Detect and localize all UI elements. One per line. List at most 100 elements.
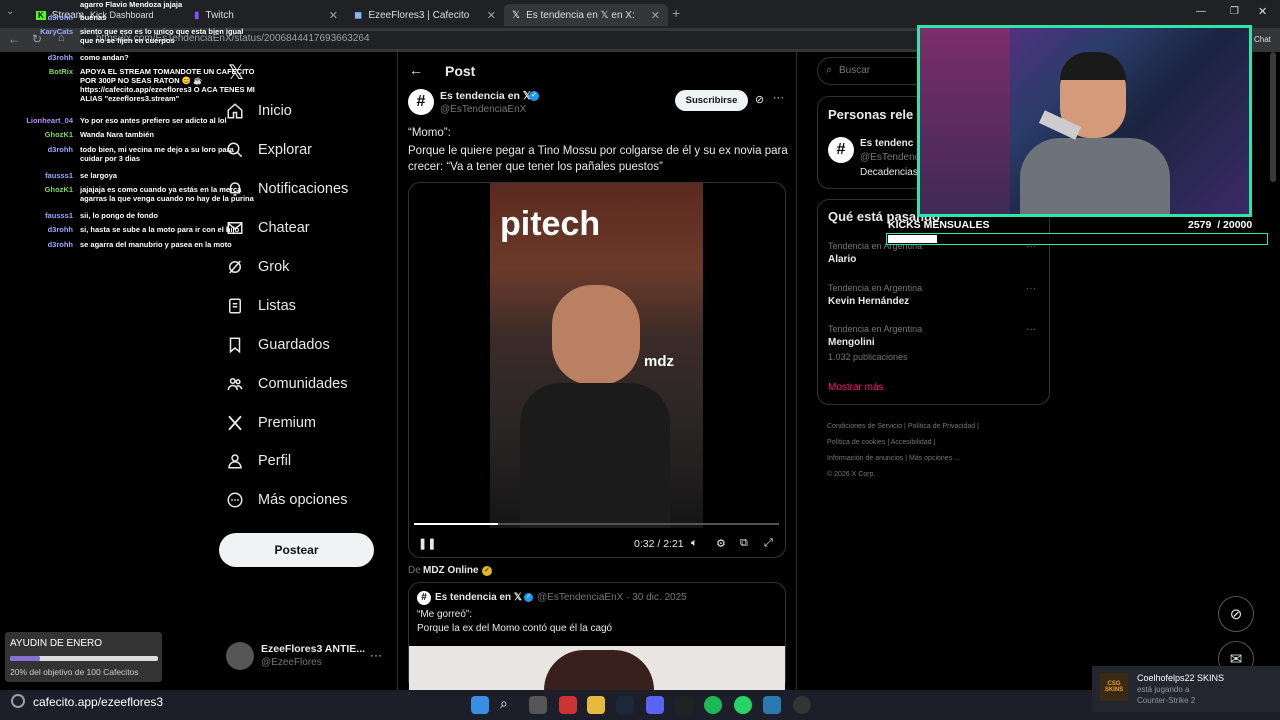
trend-more-icon[interactable]: ··· — [1026, 283, 1036, 294]
chat-text: agarro Flavio Mendoza jajaja — [80, 0, 183, 9]
quoted-avatar-hash-icon: # — [417, 591, 431, 605]
chat-text: jajajaja es como cuando ya estás en la m… — [80, 185, 254, 203]
chat-message: d3rohh como andan? — [48, 53, 255, 62]
list-icon — [229, 298, 241, 314]
shelf-image — [920, 28, 1010, 214]
close-window-icon[interactable]: ✕ — [1258, 5, 1267, 18]
spotify-icon[interactable] — [704, 696, 722, 714]
settings-icon[interactable]: ⚙︎ — [716, 537, 726, 550]
nav-label: Inicio — [258, 103, 292, 119]
new-tab-icon[interactable]: + — [672, 5, 680, 21]
volume-icon[interactable]: 🔈︎ — [691, 537, 698, 550]
chat-text: buenas — [80, 13, 107, 22]
footer-link[interactable]: Accesibilidad — [891, 439, 932, 446]
fullscreen-icon[interactable]: ⤢ — [764, 537, 773, 550]
tab-x-post[interactable]: 𝕏 Es tendencia en 𝕏 en X: ""Mo ✕ — [504, 4, 668, 26]
minimize-icon[interactable]: — — [1196, 6, 1206, 17]
trend-context: Tendencia en Argentina — [828, 283, 923, 293]
nav-label: Premium — [258, 415, 317, 431]
post-button[interactable]: Postear — [219, 533, 374, 567]
streamer-hair-image — [1060, 52, 1126, 80]
footer-link[interactable]: Más opciones ... — [909, 455, 960, 462]
chat-username: BotRix — [48, 67, 73, 76]
chat-text: todo bien, mi vecina me dejo a su loro p… — [80, 145, 234, 163]
steam-badge: CSG SKINS — [1100, 673, 1128, 701]
trend-name[interactable]: Alario — [828, 254, 856, 265]
trend-name[interactable]: Kevin Hernández — [828, 296, 909, 307]
quoted-media-hair — [544, 650, 654, 690]
chat-message: agarro Flavio Mendoza jajaja — [80, 0, 255, 9]
streamer-shirt-image — [1020, 138, 1170, 214]
app-icon[interactable] — [559, 696, 577, 714]
back-icon[interactable]: ← — [8, 32, 20, 46]
quoted-author: Es tendencia en 𝕏 — [435, 592, 522, 603]
chat-message: fausss1 sii, lo pongo de fondo — [45, 211, 255, 220]
avatar[interactable] — [226, 642, 254, 670]
steam-icon[interactable] — [616, 696, 634, 714]
grok-icon: ⊘ — [1229, 606, 1243, 623]
close-icon[interactable]: ✕ — [651, 9, 660, 22]
nav-grok[interactable]: Grok — [226, 258, 289, 276]
cafecito-icon: ◼ — [354, 9, 363, 21]
chat-text: APOYA EL STREAM TOMANDOTE UN CAFECITO PO… — [80, 67, 255, 103]
footer-link[interactable]: Política de cookies — [827, 439, 885, 446]
grok-float-button[interactable]: ⊘ — [1218, 596, 1254, 632]
nav-more[interactable]: Más opciones — [226, 491, 347, 509]
more-icon[interactable]: ··· — [773, 92, 784, 104]
chat-message: d3rohh buenas — [48, 13, 255, 22]
nav-bookmarks[interactable]: Guardados — [226, 336, 330, 354]
trend-more-icon[interactable]: ··· — [1026, 324, 1036, 335]
steam-status: está jugando a — [1137, 685, 1190, 694]
kick-icon: K — [36, 10, 46, 20]
close-icon[interactable]: ✕ — [487, 9, 496, 22]
search-icon[interactable]: ⌕ — [500, 695, 508, 712]
tab-list-icon[interactable]: ⌄ — [6, 6, 20, 20]
post-author[interactable]: Es tendencia en 𝕏 — [440, 90, 531, 102]
close-icon[interactable]: ✕ — [329, 9, 338, 22]
source-name[interactable]: MDZ Online — [423, 565, 479, 576]
subscribe-button[interactable]: Suscribirse — [675, 90, 748, 111]
person-name[interactable]: Es tendenc — [860, 138, 913, 149]
footer-link[interactable]: Información de anuncios — [827, 455, 903, 462]
account-name[interactable]: EzeeFlores3 ANTIE... — [261, 643, 365, 655]
discord-icon[interactable] — [646, 696, 664, 714]
nav-label: Listas — [258, 298, 296, 314]
nav-premium[interactable]: Premium — [226, 414, 316, 432]
chat-button[interactable]: Chat — [1254, 35, 1271, 44]
pause-icon[interactable]: ❚❚ — [418, 537, 436, 550]
terminal-icon[interactable] — [675, 696, 693, 714]
kicks-value: 2579 / 20000 — [1188, 219, 1253, 231]
footer-link[interactable]: Política de Privacidad — [908, 423, 975, 430]
chat-username: d3rohh — [47, 53, 73, 62]
maximize-icon[interactable]: ❐ — [1230, 6, 1239, 17]
chat-message: d3rohh se agarra del manubrio y pasea en … — [48, 240, 255, 249]
file-explorer-icon[interactable] — [587, 696, 605, 714]
footer-link[interactable]: Condiciones de Servicio — [827, 423, 902, 430]
show-more-link[interactable]: Mostrar más — [828, 382, 884, 393]
kicks-label: KICKS MENSUALES — [888, 219, 990, 231]
chat-username: d3rohh — [47, 240, 73, 249]
chat-message: KaryCats siento que eso es lo unico que e… — [40, 27, 255, 45]
obs-icon[interactable] — [793, 696, 811, 714]
account-menu-icon[interactable]: ··· — [370, 648, 382, 662]
search-icon: ⌕ — [826, 64, 833, 76]
trend-name[interactable]: Mengolini — [828, 337, 875, 348]
tab-cafecito[interactable]: ◼ EzeeFlores3 | Cafecito ✕ — [346, 4, 504, 26]
windows-start-icon[interactable] — [471, 696, 489, 714]
whatsapp-icon[interactable] — [734, 696, 752, 714]
chat-message: d3rohh si, hasta se sube a la moto para i… — [48, 225, 255, 234]
grok-icon[interactable]: ⊘ — [755, 93, 764, 106]
author-avatar-hash-icon[interactable]: # — [408, 89, 434, 115]
steam-name: Coelhofelps22 SKINS — [1137, 673, 1225, 683]
nav-lists[interactable]: Listas — [226, 297, 296, 315]
post-text-body: Porque le quiere pegar a Tino Mossu por … — [408, 145, 788, 173]
scrollbar[interactable] — [1270, 52, 1276, 182]
pip-icon[interactable]: ⧉ — [740, 537, 748, 550]
app-icon[interactable] — [763, 696, 781, 714]
person-avatar-hash-icon[interactable]: # — [828, 137, 854, 163]
nav-profile[interactable]: Perfil — [226, 452, 291, 470]
nav-communities[interactable]: Comunidades — [226, 375, 347, 393]
back-arrow-icon[interactable]: ← — [409, 62, 423, 78]
task-view-icon[interactable] — [529, 696, 547, 714]
quoted-media-image — [409, 646, 785, 690]
